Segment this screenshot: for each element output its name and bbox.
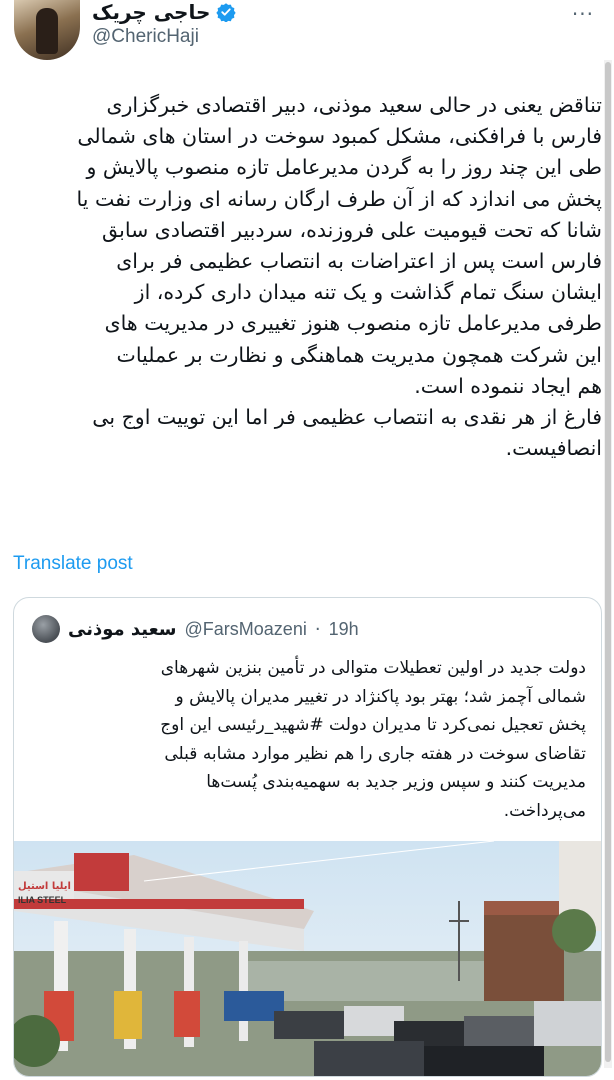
- tweet-line: طی این چند روز را به گردن مدیرعامل تازه …: [86, 155, 602, 180]
- quoted-tweet[interactable]: سعید موذنی @FarsMoazeni · 19h دولت جدید …: [13, 597, 602, 1077]
- tweet-header: حاجی چریک @ChericHaji ···: [0, 0, 614, 70]
- tweet-body: تناقض یعنی در حالی سعید موذنی، دبیر اقتص…: [8, 90, 602, 464]
- translate-post-link[interactable]: Translate post: [13, 553, 133, 575]
- quoted-line: پخش تعجیل نمی‌کرد تا مدیران دولت #شهید_ر…: [160, 715, 586, 736]
- tweet-line: ایشان سنگ تمام گذاشت و یک تنه میدان داری…: [134, 280, 602, 305]
- sign-text: ایلیا استیل: [18, 881, 71, 892]
- quoted-timestamp[interactable]: 19h: [329, 619, 359, 640]
- tweet-line: طرفی مدیرعامل تازه منصوب هنوز تغییری در …: [104, 311, 602, 336]
- tweet-line: شانا که تحت قیومیت علی فروزنده، سردبیر ا…: [102, 217, 602, 242]
- avatar-figure: [36, 8, 58, 54]
- more-icon[interactable]: ···: [572, 2, 594, 26]
- quoted-body: دولت جدید در اولین تعطیلات متوالی در تأم…: [28, 654, 586, 826]
- tweet-line: پخش می اندازد که از آن طرف ارگان رسانه ا…: [76, 186, 602, 211]
- tweet-line: تناقض یعنی در حالی سعید موذنی، دبیر اقتص…: [106, 93, 602, 117]
- quoted-handle[interactable]: @FarsMoazeni: [185, 619, 307, 640]
- sign-text-latin: ILIA STEEL: [18, 895, 67, 905]
- quoted-line: دولت جدید در اولین تعطیلات متوالی در تأم…: [160, 658, 586, 678]
- gas-station-photo[interactable]: ایلیا استیل ILIA STEEL: [14, 841, 602, 1077]
- tweet-line: انصافیست.: [505, 436, 602, 461]
- author-display-name[interactable]: حاجی چریک: [92, 0, 210, 24]
- tweet-line: هم ایجاد ننموده است.: [414, 373, 602, 398]
- verified-badge-icon: [216, 3, 237, 22]
- tweet-line: این شرکت همچون مدیریت هماهنگی و نظارت بر…: [116, 342, 602, 367]
- quoted-header: سعید موذنی @FarsMoazeni · 19h: [32, 615, 359, 643]
- quoted-avatar[interactable]: [32, 615, 60, 643]
- quoted-line: تقاضای سوخت در هفته جاری را هم نظیر موار…: [164, 743, 586, 764]
- quoted-display-name[interactable]: سعید موذنی: [68, 619, 177, 640]
- scrollbar[interactable]: [604, 60, 612, 1068]
- quoted-line: شمالی آچمز شد؛ بهتر بود پاکنژاد در تغییر…: [175, 686, 586, 707]
- author-avatar[interactable]: [14, 0, 80, 60]
- tweet-line: فارس است پس از اعتراضات به انتصاب عظیمی …: [116, 249, 602, 274]
- tweet-line: فارس با فرافکنی، مشکل کمبود سوخت در استا…: [77, 124, 602, 149]
- author-name-row: حاجی چریک: [92, 0, 237, 24]
- quoted-line: می‌پرداخت.: [503, 800, 586, 821]
- quoted-line: مدیریت کنند و سپس وزیر جدید به سهمیه‌بند…: [206, 772, 586, 793]
- tweet-line: فارغ از هر نقدی به انتصاب عظیمی فر اما ا…: [92, 405, 602, 430]
- separator-dot: ·: [314, 618, 321, 640]
- author-handle[interactable]: @ChericHaji: [92, 26, 199, 48]
- scrollbar-thumb[interactable]: [605, 62, 611, 1062]
